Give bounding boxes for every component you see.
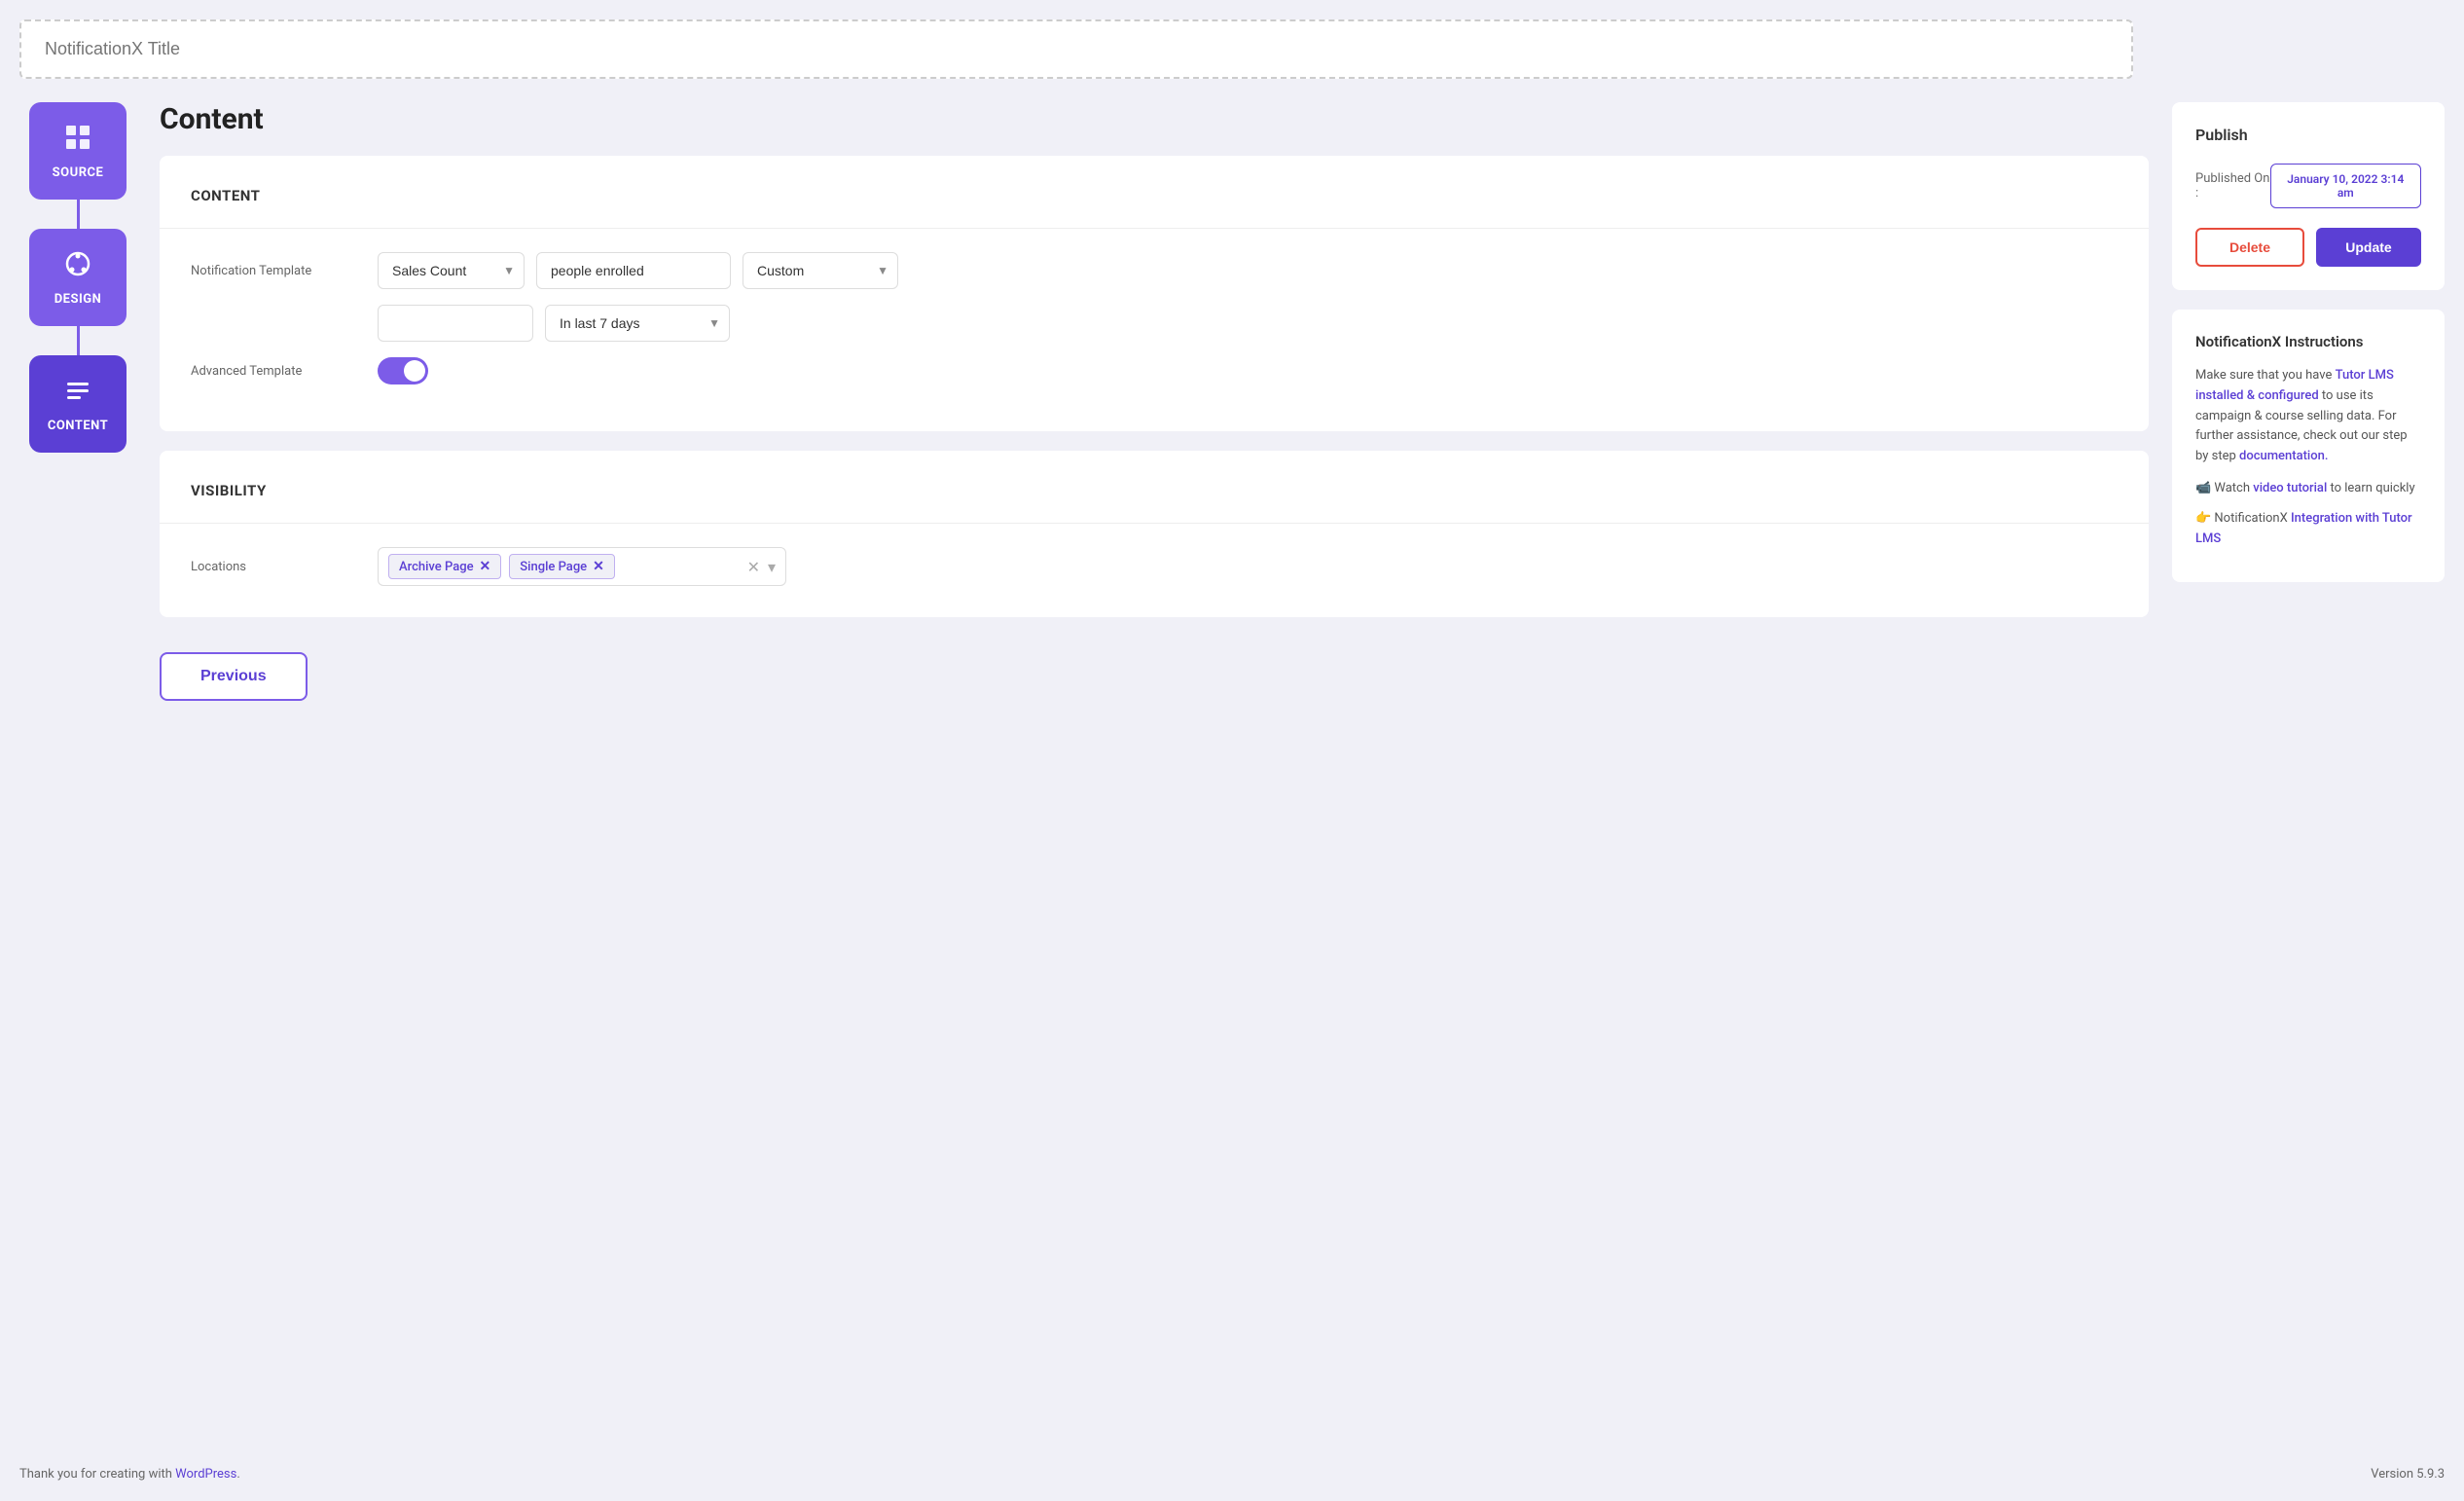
archive-page-tag-label: Archive Page xyxy=(399,560,474,574)
locations-label: Locations xyxy=(191,560,366,574)
notification-template-label: Notification Template xyxy=(191,264,366,278)
tags-dropdown-icon[interactable]: ▾ xyxy=(768,558,776,576)
integration-item: 👉 NotificationX Integration with Tutor L… xyxy=(2195,509,2421,550)
publish-card: Publish Published On : January 10, 2022 … xyxy=(2172,102,2445,290)
locations-row: Locations Archive Page ✕ Single Page ✕ ✕ xyxy=(191,547,2118,586)
source-icon xyxy=(62,122,93,160)
left-sidebar: SOURCE DESIGN xyxy=(19,102,136,1438)
tags-clear-icon[interactable]: ✕ xyxy=(747,558,760,576)
tags-actions: ✕ ▾ xyxy=(747,558,776,576)
publish-actions: Delete Update xyxy=(2195,228,2421,267)
visibility-section-title: VISIBILITY xyxy=(191,482,2118,499)
page-footer: Thank you for creating with WordPress. V… xyxy=(19,1467,2445,1482)
advanced-template-toggle[interactable] xyxy=(378,357,428,384)
content-card: CONTENT Notification Template Sales Coun… xyxy=(160,156,2149,431)
single-page-tag: Single Page ✕ xyxy=(509,554,615,579)
footer-text: Thank you for creating with xyxy=(19,1467,175,1482)
footer-version: Version 5.9.3 xyxy=(2371,1467,2445,1482)
right-sidebar: Publish Published On : January 10, 2022 … xyxy=(2172,102,2445,1438)
instructions-title: NotificationX Instructions xyxy=(2195,333,2421,350)
published-on-label: Published On : xyxy=(2195,171,2270,201)
footer-left: Thank you for creating with WordPress. xyxy=(19,1467,240,1482)
publish-date-value: January 10, 2022 3:14 am xyxy=(2270,164,2421,208)
sidebar-design-label: DESIGN xyxy=(54,292,102,307)
video-icon: 📹 xyxy=(2195,481,2211,495)
single-page-remove-icon[interactable]: ✕ xyxy=(593,559,604,574)
sales-count-wrapper: Sales Count People Enrolled ▼ xyxy=(378,252,525,289)
page-title: Content xyxy=(160,102,2149,136)
template-text-input[interactable] xyxy=(378,305,533,342)
visibility-card: VISIBILITY Locations Archive Page ✕ Sing… xyxy=(160,451,2149,617)
design-icon xyxy=(62,248,93,286)
sidebar-content-label: CONTENT xyxy=(48,419,108,433)
custom-select[interactable]: Custom Default xyxy=(743,252,898,289)
single-page-tag-label: Single Page xyxy=(520,560,587,574)
instructions-card: NotificationX Instructions Make sure tha… xyxy=(2172,310,2445,582)
update-button[interactable]: Update xyxy=(2316,228,2421,267)
people-enrolled-input[interactable] xyxy=(536,252,731,289)
title-bar xyxy=(19,19,2133,79)
template-second-row: In last 7 days In last 30 days All time … xyxy=(378,305,2118,342)
archive-page-tag: Archive Page ✕ xyxy=(388,554,501,579)
divider-2 xyxy=(160,523,2149,524)
publish-date-row: Published On : January 10, 2022 3:14 am xyxy=(2195,164,2421,208)
instructions-text-1: Make sure that you have Tutor LMS instal… xyxy=(2195,366,2421,467)
connector-2 xyxy=(77,326,80,355)
time-range-wrapper: In last 7 days In last 30 days All time … xyxy=(545,305,730,342)
advanced-template-row: Advanced Template xyxy=(191,357,2118,384)
sales-count-select[interactable]: Sales Count People Enrolled xyxy=(378,252,525,289)
content-icon xyxy=(62,375,93,413)
sidebar-item-design[interactable]: DESIGN xyxy=(29,229,127,326)
sidebar-item-source[interactable]: SOURCE xyxy=(29,102,127,200)
toggle-slider xyxy=(378,357,428,384)
content-section-title: CONTENT xyxy=(191,187,2118,204)
archive-page-remove-icon[interactable]: ✕ xyxy=(480,559,491,574)
advanced-template-label: Advanced Template xyxy=(191,364,366,379)
previous-button[interactable]: Previous xyxy=(160,652,308,701)
divider-1 xyxy=(160,228,2149,229)
custom-wrapper: Custom Default ▼ xyxy=(743,252,898,289)
sidebar-item-content[interactable]: CONTENT xyxy=(29,355,127,453)
publish-title: Publish xyxy=(2195,126,2421,144)
template-controls: Sales Count People Enrolled ▼ Custom Def… xyxy=(378,252,898,289)
instructions-text1-prefix: Make sure that you have xyxy=(2195,368,2332,383)
content-area: Content CONTENT Notification Template Sa… xyxy=(160,102,2149,1438)
video-tutorial-link[interactable]: video tutorial xyxy=(2253,481,2327,495)
delete-button[interactable]: Delete xyxy=(2195,228,2304,267)
integration-link[interactable]: Integration with Tutor LMS xyxy=(2195,511,2412,546)
documentation-link[interactable]: documentation. xyxy=(2239,449,2328,463)
video-tutorial-item: 📹 Watch video tutorial to learn quickly xyxy=(2195,479,2421,499)
locations-tags-container[interactable]: Archive Page ✕ Single Page ✕ ✕ ▾ xyxy=(378,547,786,586)
pointing-icon: 👉 xyxy=(2195,511,2211,526)
notification-title-input[interactable] xyxy=(45,39,2108,59)
notification-template-row: Notification Template Sales Count People… xyxy=(191,252,2118,289)
sidebar-source-label: SOURCE xyxy=(53,165,104,180)
time-range-select[interactable]: In last 7 days In last 30 days All time xyxy=(545,305,730,342)
wordpress-link[interactable]: WordPress xyxy=(175,1467,236,1482)
connector-1 xyxy=(77,200,80,229)
